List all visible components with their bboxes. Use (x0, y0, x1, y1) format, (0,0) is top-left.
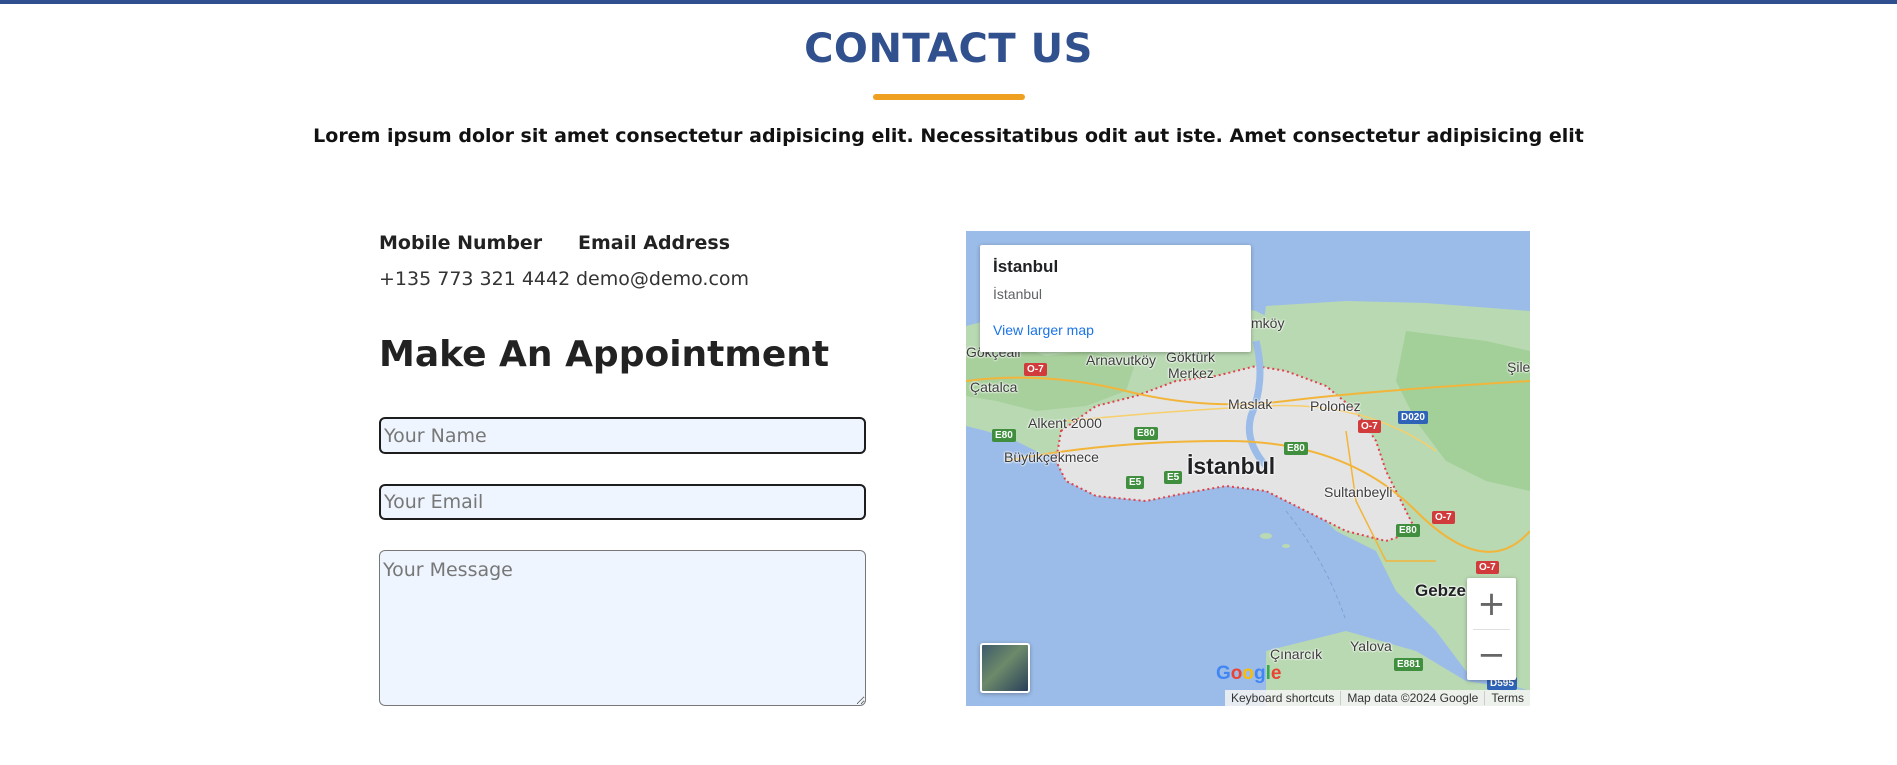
email-input[interactable] (379, 484, 866, 520)
keyboard-shortcuts-link[interactable]: Keyboard shortcuts (1225, 691, 1340, 705)
terms-link[interactable]: Terms (1484, 691, 1530, 705)
road-shield-e881: E881 (1394, 658, 1424, 671)
map-label-merkez: Merkez (1168, 365, 1214, 381)
map-label-sile: Şile (1507, 359, 1530, 375)
page-subtitle: Lorem ipsum dolor sit amet consectetur a… (313, 125, 1584, 147)
road-shield-o7: O-7 (1432, 511, 1455, 524)
map-label-koy: mköy (1251, 315, 1285, 331)
mobile-number-label: Mobile Number (379, 232, 543, 254)
mobile-number-value: +135 773 321 4442 (379, 268, 571, 290)
zoom-controls: + − (1467, 578, 1516, 680)
email-address-value: demo@demo.com (576, 268, 750, 290)
road-shield-d020: D020 (1398, 411, 1428, 424)
map-label-alkent: Alkent 2000 (1028, 415, 1102, 431)
zoom-out-button[interactable]: − (1467, 629, 1516, 680)
email-address-label: Email Address (578, 232, 731, 254)
zoom-in-button[interactable]: + (1467, 578, 1516, 629)
road-shield-e80: E80 (992, 429, 1016, 442)
message-textarea[interactable] (379, 550, 866, 706)
road-shield-e80: E80 (1284, 442, 1308, 455)
top-border (0, 0, 1897, 4)
page-title: CONTACT US (804, 26, 1093, 72)
map-place-title: İstanbul (993, 257, 1059, 276)
map-label-polonez: Polonez (1310, 398, 1361, 414)
road-shield-o7: O-7 (1358, 420, 1381, 433)
map-info-card: İstanbul İstanbul View larger map (980, 245, 1251, 352)
road-shield-e5: E5 (1164, 471, 1183, 484)
map-label-istanbul: İstanbul (1187, 453, 1276, 479)
road-shield-e80: E80 (1134, 427, 1158, 440)
map-label-cinarcik: Çınarcık (1270, 646, 1323, 662)
map-label-gebze: Gebze (1415, 581, 1467, 600)
title-underline (873, 94, 1025, 100)
map-attribution-bar: Keyboard shortcuts Map data ©2024 Google… (1225, 690, 1530, 706)
map-label-buyukcekmece: Büyükçekmece (1004, 449, 1099, 465)
map-label-yalova: Yalova (1350, 638, 1392, 654)
appointment-heading: Make An Appointment (379, 334, 830, 375)
name-input[interactable] (379, 417, 866, 454)
road-shield-o7: O-7 (1024, 363, 1047, 376)
road-shield-e80: E80 (1396, 524, 1420, 537)
map-label-maslak: Maslak (1228, 396, 1273, 412)
google-logo: Google (1216, 663, 1282, 684)
road-shield-e5: E5 (1126, 476, 1145, 489)
map-data-text: Map data ©2024 Google (1340, 691, 1484, 705)
map-label-sultanbeyli: Sultanbeyli (1324, 484, 1393, 500)
map-label-arnavutkoy: Arnavutköy (1086, 352, 1157, 368)
road-shield-o7: O-7 (1476, 561, 1499, 574)
map-label-catalca: Çatalca (970, 379, 1018, 395)
map-place-subtitle: İstanbul (993, 286, 1043, 302)
view-larger-map-link[interactable]: View larger map (993, 322, 1238, 338)
map-embed[interactable]: İstanbul Gebze Sultanbeyli Polonez Masla… (966, 231, 1530, 706)
satellite-layer-toggle[interactable] (980, 643, 1030, 693)
